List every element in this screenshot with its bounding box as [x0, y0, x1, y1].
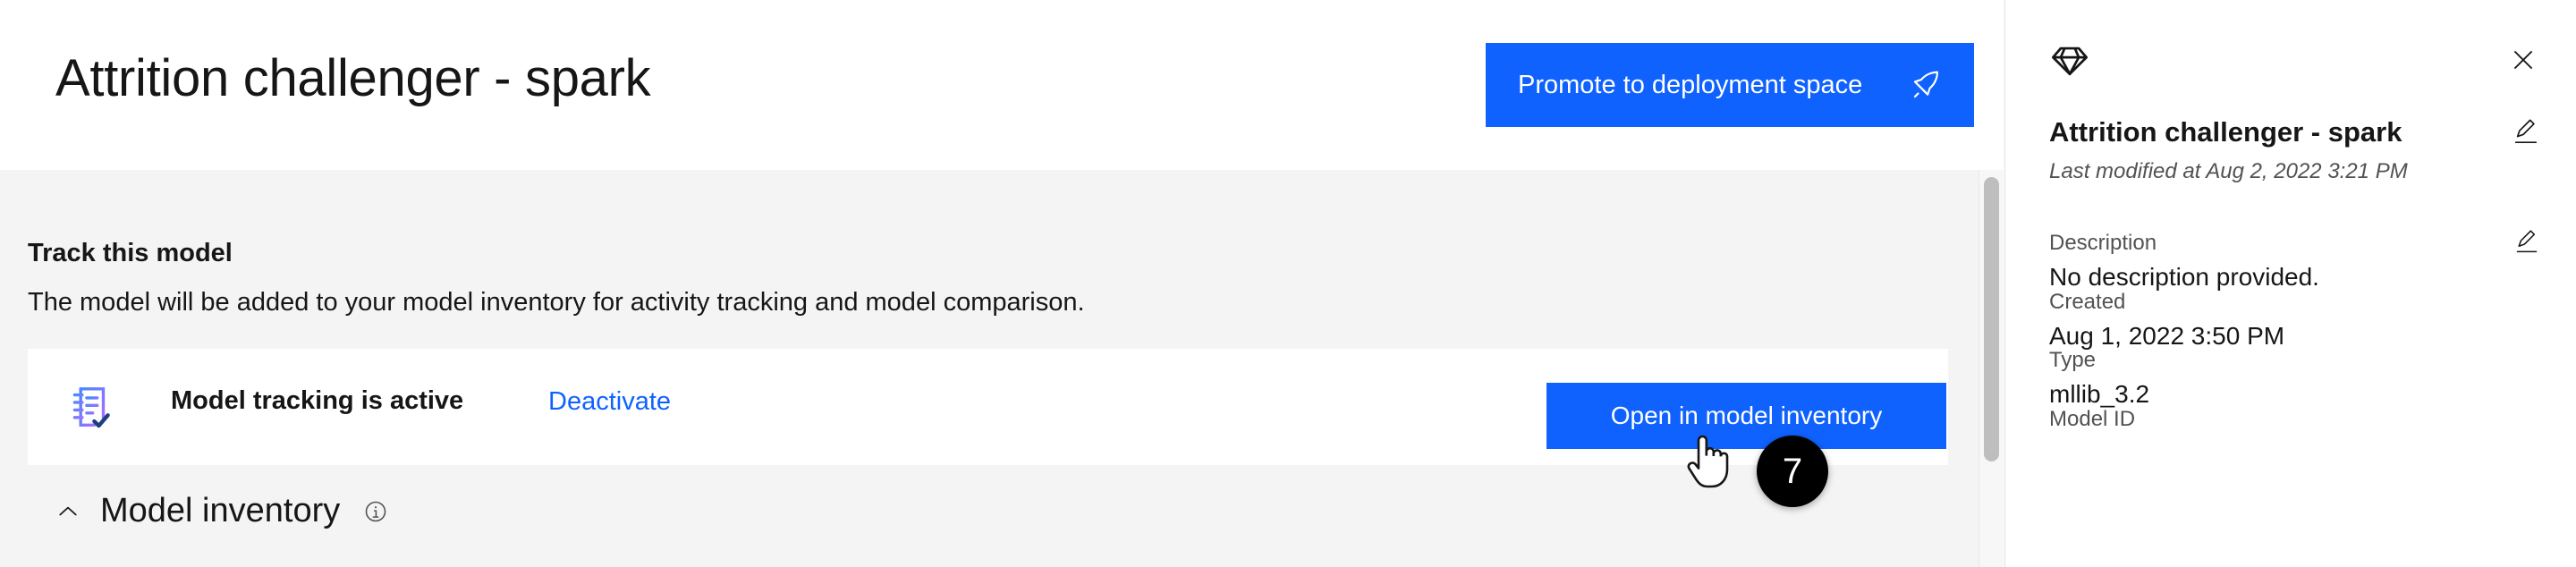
track-section-subtext: The model will be added to your model in…: [28, 288, 1085, 317]
content-body: Track this model The model will be added…: [0, 170, 2004, 567]
track-section-heading: Track this model: [28, 239, 233, 267]
tracking-checklist-icon: [67, 383, 115, 431]
field-created: Created Aug 1, 2022 3:50 PM: [2049, 290, 2539, 351]
step-number-badge: 7: [1757, 436, 1828, 507]
deactivate-link[interactable]: Deactivate: [548, 387, 671, 417]
model-tracking-status-label: Model tracking is active: [171, 386, 464, 415]
field-created-value: Aug 1, 2022 3:50 PM: [2049, 322, 2285, 350]
field-model-id-label: Model ID: [2049, 407, 2136, 431]
field-type: Type mllib_3.2: [2049, 348, 2539, 409]
information-icon[interactable]: [363, 499, 388, 524]
chevron-up-icon: [55, 499, 80, 524]
field-description-label: Description: [2049, 231, 2157, 255]
promote-to-deployment-space-button[interactable]: Promote to deployment space: [1486, 43, 1974, 127]
edit-pencil-icon[interactable]: [2514, 229, 2539, 254]
panel-title: Attrition challenger - spark: [2049, 116, 2402, 148]
field-created-label: Created: [2049, 290, 2126, 314]
panel-last-modified: Last modified at Aug 2, 2022 3:21 PM: [2049, 159, 2408, 183]
main-region: Attrition challenger - spark Promote to …: [0, 0, 2004, 567]
page-header: Attrition challenger - spark Promote to …: [0, 0, 2004, 170]
field-type-value: mllib_3.2: [2049, 380, 2150, 408]
model-tracking-card: Model tracking is active Deactivate Open…: [28, 349, 1948, 465]
field-model-id: Model ID: [2049, 407, 2539, 439]
edit-pencil-icon[interactable]: [2512, 118, 2539, 145]
gem-icon: [2049, 39, 2090, 80]
details-side-panel: Attrition challenger - spark Last modifi…: [2004, 0, 2576, 567]
app-screen: Attrition challenger - spark Promote to …: [0, 0, 2576, 567]
model-inventory-accordion-header[interactable]: Model inventory: [55, 492, 388, 530]
open-in-model-inventory-button[interactable]: Open in model inventory: [1546, 383, 1946, 449]
field-type-label: Type: [2049, 348, 2097, 372]
promote-button-label: Promote to deployment space: [1518, 70, 1863, 99]
close-icon[interactable]: [2504, 41, 2542, 79]
page-title: Attrition challenger - spark: [55, 49, 651, 107]
panel-title-row: Attrition challenger - spark: [2049, 116, 2539, 148]
rocket-icon: [1910, 68, 1944, 102]
main-scrollbar-thumb[interactable]: [1984, 177, 1999, 461]
field-description-value: No description provided.: [2049, 263, 2319, 291]
model-inventory-accordion-title: Model inventory: [100, 492, 341, 529]
field-description-head: Description: [2049, 229, 2539, 256]
field-description: Description No description provided.: [2049, 229, 2539, 292]
